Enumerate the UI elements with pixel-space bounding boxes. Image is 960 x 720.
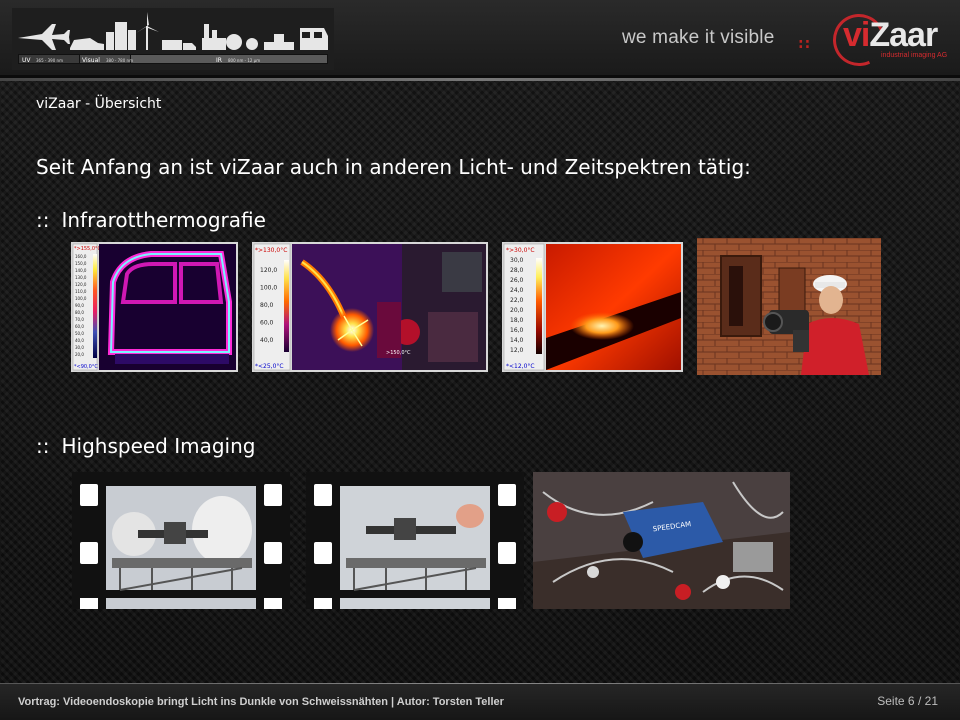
thermal-scale-tick: 110,0: [75, 289, 87, 294]
vizaar-logo: viZaar industrial imaging AG: [825, 6, 953, 74]
thermal-scale-tick: 160,0: [75, 254, 87, 259]
thermal-min-label: *<25,0°C: [255, 363, 284, 370]
section-bullet: ::: [36, 208, 50, 232]
footer-talk-title: Vortrag: Videoendoskopie bringt Licht in…: [18, 696, 504, 708]
thermal-max-label: *>155,0°C: [74, 246, 102, 252]
photo-thermography-worker: [697, 238, 881, 375]
highspeed-film-frame-1: [72, 472, 290, 609]
spectrum-uv-label: UV: [22, 57, 31, 64]
thermal-scale-tick: 30,0: [75, 345, 84, 350]
thermal-scale-tick: 80,0: [260, 302, 274, 309]
thermal-scale-tick: 16,0: [510, 327, 524, 334]
photo-highspeed-camera-setup: SPEEDCAM: [533, 472, 790, 609]
section-title: Infrarotthermografie: [61, 208, 266, 232]
slide-footer: Vortrag: Videoendoskopie bringt Licht in…: [0, 684, 960, 720]
thermal-scale-tick: 40,0: [75, 338, 84, 343]
section-highspeed: :: Highspeed Imaging: [36, 434, 256, 458]
page-total: 21: [924, 694, 938, 708]
thermal-scale-tick: 22,0: [510, 297, 524, 304]
thermal-scale-tick: 120,0: [260, 267, 277, 274]
thermal-image-seam: *>30,0°C *<12,0°C 30,0 28,0 26,0 24,0 22,0 20…: [502, 242, 683, 372]
spectrum-ir-label: IR: [216, 57, 222, 64]
industry-banner: UV 365 - 390 nm Visual 380 - 780 nm IR 8…: [12, 8, 334, 70]
thermal-scale-tick: 80,0: [75, 310, 84, 315]
thermal-scale-tick: 100,0: [260, 285, 277, 292]
thermal-scale-tick: 40,0: [260, 337, 274, 344]
page-number: Seite 6 / 21: [877, 694, 938, 708]
thermal-scale-tick: 140,0: [75, 268, 87, 273]
thermal-scale-tick: 28,0: [510, 267, 524, 274]
spectrum-visual-label: Visual: [82, 57, 100, 64]
thermal-scale-tick: 120,0: [75, 282, 87, 287]
thermal-image-car-door: *>155,0°C *<90,0°C 160,0 150,0 140,0 130,0 1…: [71, 242, 238, 372]
tagline-separator: ::: [798, 36, 812, 52]
industry-silhouette-icon: UV 365 - 390 nm Visual 380 - 780 nm IR 8…: [12, 8, 334, 70]
logo-vi: vi: [843, 16, 870, 54]
thermal-scale-tick: 20,0: [75, 352, 84, 357]
section-infrared: :: Infrarotthermografie: [36, 208, 266, 232]
section-title: Highspeed Imaging: [61, 434, 256, 458]
thermal-scale-tick: 60,0: [260, 320, 274, 327]
page-separator: /: [917, 694, 922, 708]
section-bullet: ::: [36, 434, 50, 458]
thermal-max-label: *>30,0°C: [506, 247, 535, 254]
thermal-max-label: *>130,0°C: [255, 247, 287, 254]
thermal-image-welding: *>130,0°C *<25,0°C 120,0 100,0 80,0 60,0 40,…: [252, 242, 488, 372]
slide-headline: Seit Anfang an ist viZaar auch in andere…: [36, 155, 751, 179]
thermal-scale-tick: 24,0: [510, 287, 524, 294]
logo-zaar: Zaar: [869, 16, 938, 54]
logo-subtitle: industrial imaging AG: [881, 52, 948, 59]
thermal-min-label: *<12,0°C: [506, 363, 535, 370]
spectrum-ir-range: 800 nm - 12 µm: [228, 58, 260, 63]
thermal-min-label: *<90,0°C: [74, 364, 98, 370]
slide-header: UV 365 - 390 nm Visual 380 - 780 nm IR 8…: [0, 0, 960, 81]
thermal-scale-tick: 14,0: [510, 337, 524, 344]
thermal-scale-tick: 70,0: [75, 317, 84, 322]
thermal-scale-tick: 130,0: [75, 275, 87, 280]
page-label: Seite: [877, 694, 905, 708]
tagline: we make it visible: [622, 27, 775, 48]
thermal-scale-tick: 26,0: [510, 277, 524, 284]
page-current: 6: [907, 694, 915, 708]
thermal-scale-tick: 18,0: [510, 317, 524, 324]
spectrum-visual-range: 380 - 780 nm: [106, 58, 133, 63]
thermal-scale-tick: 50,0: [75, 331, 84, 336]
thermal-scale-tick: 30,0: [510, 257, 524, 264]
thermal-scale-tick: 20,0: [510, 307, 524, 314]
logo-wordmark: viZaar: [843, 16, 938, 55]
thermal-spot-label: >150,0°C: [386, 350, 411, 356]
breadcrumb: viZaar - Übersicht: [36, 96, 162, 112]
thermal-scale-tick: 90,0: [75, 303, 84, 308]
thermal-scale-tick: 150,0: [75, 261, 87, 266]
thermal-scale-tick: 60,0: [75, 324, 84, 329]
thermal-scale-tick: 100,0: [75, 296, 87, 301]
highspeed-film-frame-2: [306, 472, 524, 609]
thermal-scale-tick: 12,0: [510, 347, 524, 354]
spectrum-uv-range: 365 - 390 nm: [36, 58, 63, 63]
